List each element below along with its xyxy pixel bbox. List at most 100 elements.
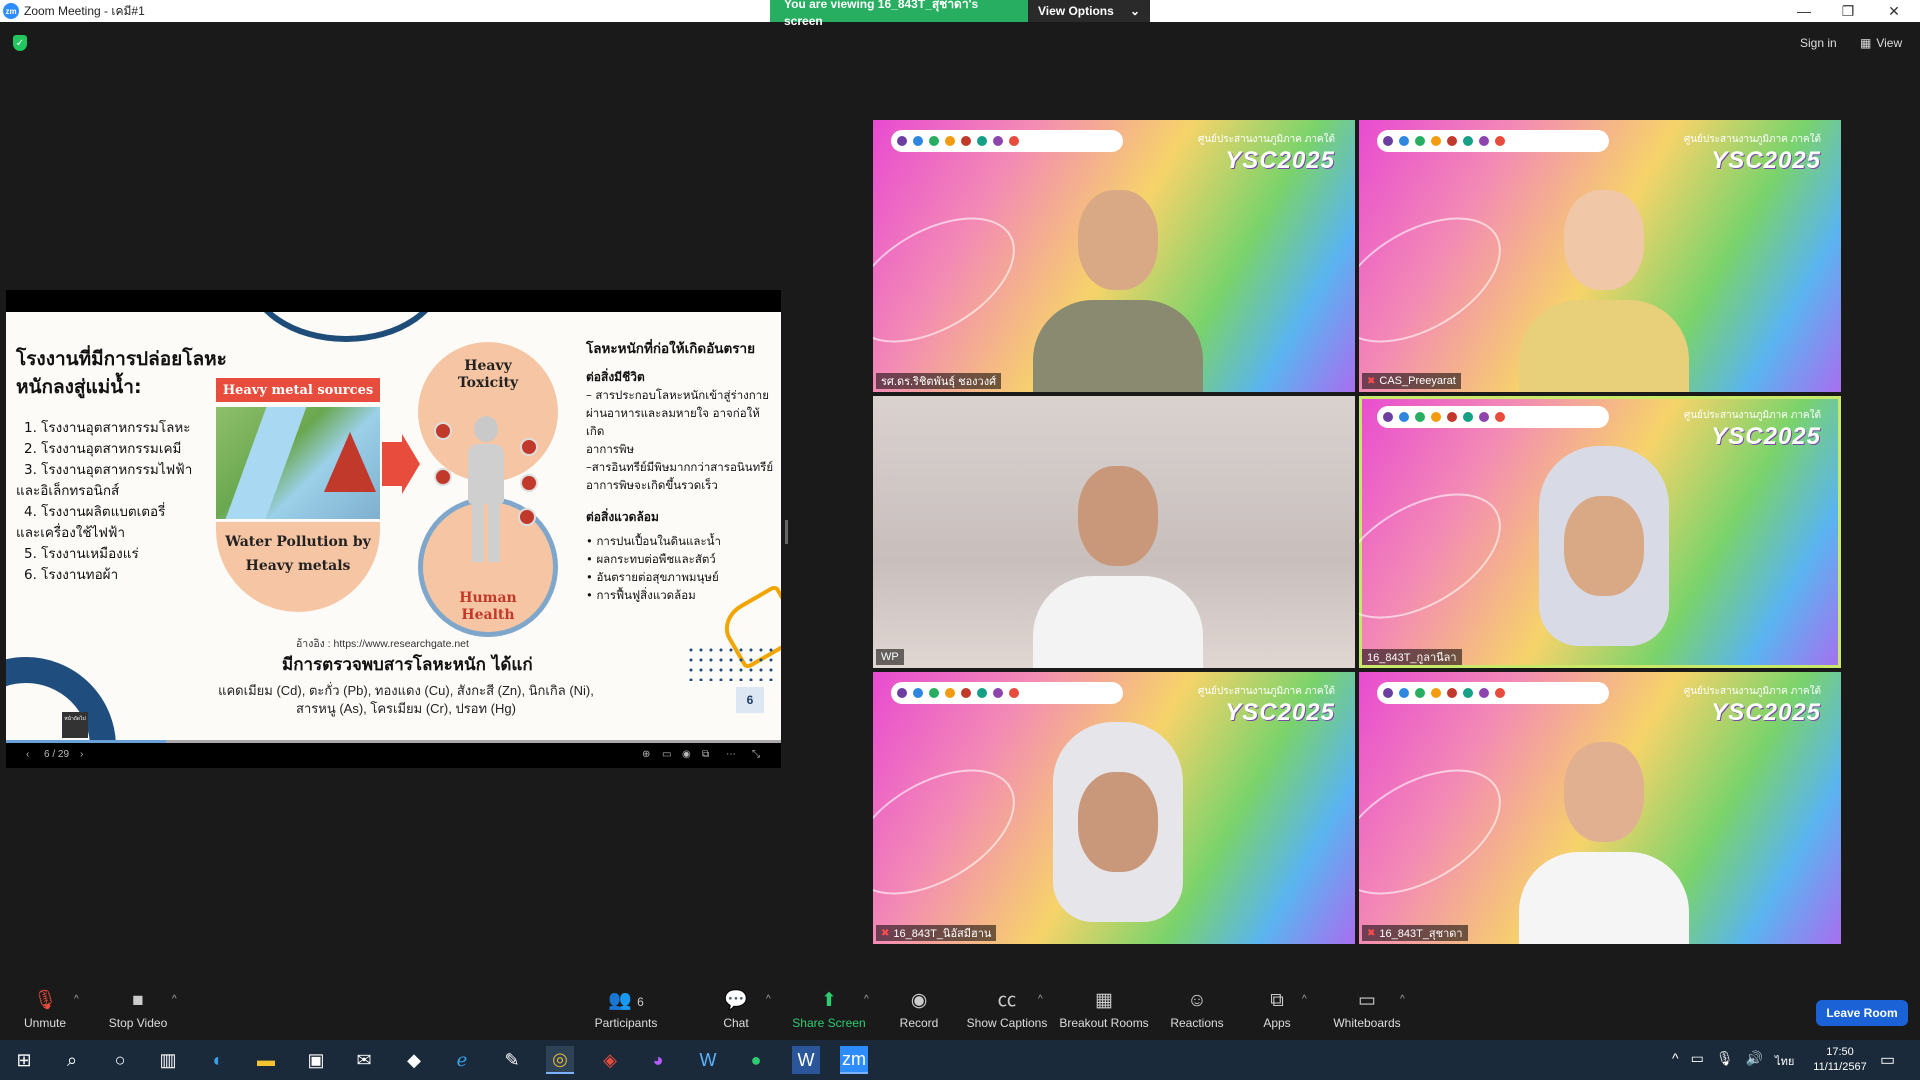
- line-app-icon[interactable]: ●: [742, 1046, 770, 1074]
- video-tile[interactable]: ศูนย์ประสานงานภูมิภาค ภาคใต้ YSC2025 ✖ CAS…: [1359, 120, 1841, 392]
- close-button[interactable]: ✕: [1872, 0, 1916, 22]
- video-tile-active-speaker[interactable]: ศูนย์ประสานงานภูมิภาค ภาคใต้ YSC2025 16_8…: [1359, 396, 1841, 668]
- video-tile[interactable]: ศูนย์ประสานงานภูมิภาค ภาคใต้ YSC2025 ✖ 16_…: [873, 672, 1355, 944]
- encryption-shield-icon[interactable]: ✓: [13, 35, 27, 51]
- water-pollution-label: Water Pollution by Heavy metals: [216, 530, 380, 578]
- office-icon[interactable]: ◈: [596, 1046, 624, 1074]
- store-icon[interactable]: ▣: [302, 1046, 330, 1074]
- harm-description: โลหะหนักที่ก่อให้เกิดอันตราย ต่อสิ่งมีชี…: [586, 340, 776, 604]
- stop-video-button[interactable]: ■ Stop Video: [93, 988, 183, 1030]
- chevron-up-icon[interactable]: ^: [1038, 994, 1043, 1005]
- collapse-icon[interactable]: ⤡: [752, 749, 760, 760]
- pdf-app-icon[interactable]: ◕: [644, 1046, 672, 1074]
- language-indicator[interactable]: ไทย: [1775, 1050, 1794, 1070]
- more-icon[interactable]: ⋯: [726, 749, 736, 760]
- notes-icon[interactable]: ✎: [498, 1046, 526, 1074]
- slide-reference: อ้างอิง : https://www.researchgate.net: [296, 638, 469, 650]
- prev-slide-button[interactable]: ‹: [26, 749, 29, 760]
- metals-line: สารหนู (As), โครเมียม (Cr), ปรอท (Hg): [296, 701, 516, 716]
- leave-room-button[interactable]: Leave Room: [1816, 1000, 1908, 1026]
- minimize-button[interactable]: —: [1782, 0, 1826, 22]
- share-screen-icon: ⬆: [821, 990, 837, 1011]
- microphone-icon[interactable]: 🎙: [1716, 1050, 1734, 1070]
- decor-arc: [246, 312, 446, 342]
- env-list: • การปนเปื้อนในดินและน้ำ • ผลกระทบต่อพืช…: [586, 532, 776, 604]
- view-options-button[interactable]: View Options ⌄: [1028, 0, 1150, 22]
- decor-dots: [686, 645, 776, 681]
- slide-title-line: โรงงานที่มีการปล่อยโลหะ: [16, 348, 227, 370]
- shared-screen[interactable]: โรงงานที่มีการปล่อยโลหะ หนักลงสู่แม่น้ำ:…: [6, 290, 781, 768]
- participants-button[interactable]: 👥 6 Participants: [581, 988, 671, 1030]
- search-icon[interactable]: ⌕: [58, 1046, 86, 1074]
- task-view-icon[interactable]: ▥: [154, 1046, 182, 1074]
- human-health-label: Human Health: [423, 590, 553, 624]
- maximize-button[interactable]: ❐: [1826, 0, 1870, 22]
- reactions-button[interactable]: ☺ Reactions: [1152, 988, 1242, 1030]
- breakout-rooms-button[interactable]: ▦ Breakout Rooms: [1059, 988, 1149, 1030]
- sponsor-logos: [1377, 406, 1609, 428]
- edge-browser-icon[interactable]: ◐: [204, 1046, 232, 1074]
- view-button[interactable]: ▦ View: [1860, 33, 1902, 53]
- sponsor-logos: [1377, 130, 1609, 152]
- ysc-branding: ศูนย์ประสานงานภูมิภาค ภาคใต้ YSC2025: [1684, 408, 1821, 451]
- captions-icon[interactable]: ▭: [662, 749, 671, 760]
- unmute-label: Unmute: [23, 1016, 67, 1030]
- chevron-up-icon[interactable]: ^: [172, 994, 177, 1005]
- cortana-icon[interactable]: ○: [106, 1046, 134, 1074]
- heavy-toxicity-line: Toxicity: [457, 375, 519, 391]
- splitter-handle[interactable]: [785, 520, 788, 544]
- audio-icon[interactable]: ◉: [682, 749, 691, 760]
- windows-start-icon[interactable]: ⊞: [10, 1046, 38, 1074]
- internet-explorer-icon[interactable]: ℯ: [448, 1046, 476, 1074]
- sign-in-button[interactable]: Sign in: [1800, 33, 1837, 53]
- network-icon[interactable]: ▭: [1691, 1050, 1704, 1070]
- present-icon[interactable]: ⧉: [702, 749, 709, 760]
- apps-button[interactable]: ⧉ Apps: [1232, 988, 1322, 1030]
- chevron-up-icon[interactable]: ^: [1302, 994, 1307, 1005]
- video-app-icon[interactable]: W: [694, 1046, 722, 1074]
- body-leg: [488, 504, 500, 562]
- zoom-taskbar-icon[interactable]: zm: [840, 1046, 868, 1074]
- ysc-branding: ศูนย์ประสานงานภูมิภาค ภาคใต้ YSC2025: [1684, 684, 1821, 727]
- participant-name-tag: WP: [876, 649, 904, 665]
- clock-date: 11/11/2567: [1813, 1061, 1867, 1073]
- participant-video: [1033, 190, 1203, 392]
- whiteboards-button[interactable]: ▭ Whiteboards: [1322, 988, 1412, 1030]
- share-screen-label: Share Screen: [792, 1016, 866, 1030]
- slide-title-line: หนักลงสู่แม่น้ำ:: [16, 376, 142, 398]
- zoom-icon[interactable]: ⊕: [642, 749, 650, 760]
- env-item: • ผลกระทบต่อพืชและสัตว์: [586, 552, 716, 566]
- meeting-toolbar: 🎙 Unmute ^ ■ Stop Video ^ 👥 6 Participan…: [0, 980, 1920, 1040]
- factory-list: 1. โรงงานอุตสาหกรรมโลหะ 2. โรงงานอุตสาหก…: [16, 418, 192, 586]
- chevron-up-icon[interactable]: ^: [864, 994, 869, 1005]
- share-screen-button[interactable]: ⬆ Share Screen: [784, 988, 874, 1030]
- branding-event: YSC2025: [1711, 699, 1821, 726]
- video-tile[interactable]: ศูนย์ประสานงานภูมิภาค ภาคใต้ YSC2025 ✖ 16_…: [1359, 672, 1841, 944]
- breakout-rooms-label: Breakout Rooms: [1059, 1016, 1149, 1030]
- kidney-organ-icon: [518, 508, 536, 526]
- list-item: และอิเล็กทรอนิกส์: [16, 483, 120, 499]
- notification-icon[interactable]: ▭: [1880, 1050, 1895, 1070]
- record-button[interactable]: ◉ Record: [874, 988, 964, 1030]
- participant-head: [1564, 190, 1644, 290]
- metals-found-heading: มีการตรวจพบสารโลหะหนัก ได้แก่: [282, 655, 533, 675]
- viewing-message: You are viewing 16_843T_สุชาดา's screen: [770, 0, 1028, 28]
- participant-head: [1078, 466, 1158, 566]
- video-tile[interactable]: ศูนย์ประสานงานภูมิภาค ภาคใต้ YSC2025 รศ.ด…: [873, 120, 1355, 392]
- game-icon[interactable]: ◆: [400, 1046, 428, 1074]
- system-clock[interactable]: 17:50 11/11/2567: [1800, 1045, 1880, 1075]
- volume-icon[interactable]: 🔊: [1746, 1050, 1763, 1070]
- chrome-icon[interactable]: ◎: [546, 1046, 574, 1074]
- chevron-up-icon[interactable]: ^: [1400, 994, 1405, 1005]
- chevron-up-icon[interactable]: ^: [766, 994, 771, 1005]
- word-icon[interactable]: W: [792, 1046, 820, 1074]
- chevron-up-icon[interactable]: ^: [1672, 1050, 1679, 1070]
- chevron-up-icon[interactable]: ^: [74, 994, 79, 1005]
- participant-shirt: [1033, 300, 1203, 392]
- video-tile[interactable]: WP: [873, 396, 1355, 668]
- view-label: View: [1876, 36, 1903, 50]
- next-slide-button[interactable]: ›: [80, 749, 83, 760]
- mail-icon[interactable]: ✉: [350, 1046, 378, 1074]
- file-explorer-icon[interactable]: ▬: [252, 1046, 280, 1074]
- participant-head: [1078, 190, 1158, 290]
